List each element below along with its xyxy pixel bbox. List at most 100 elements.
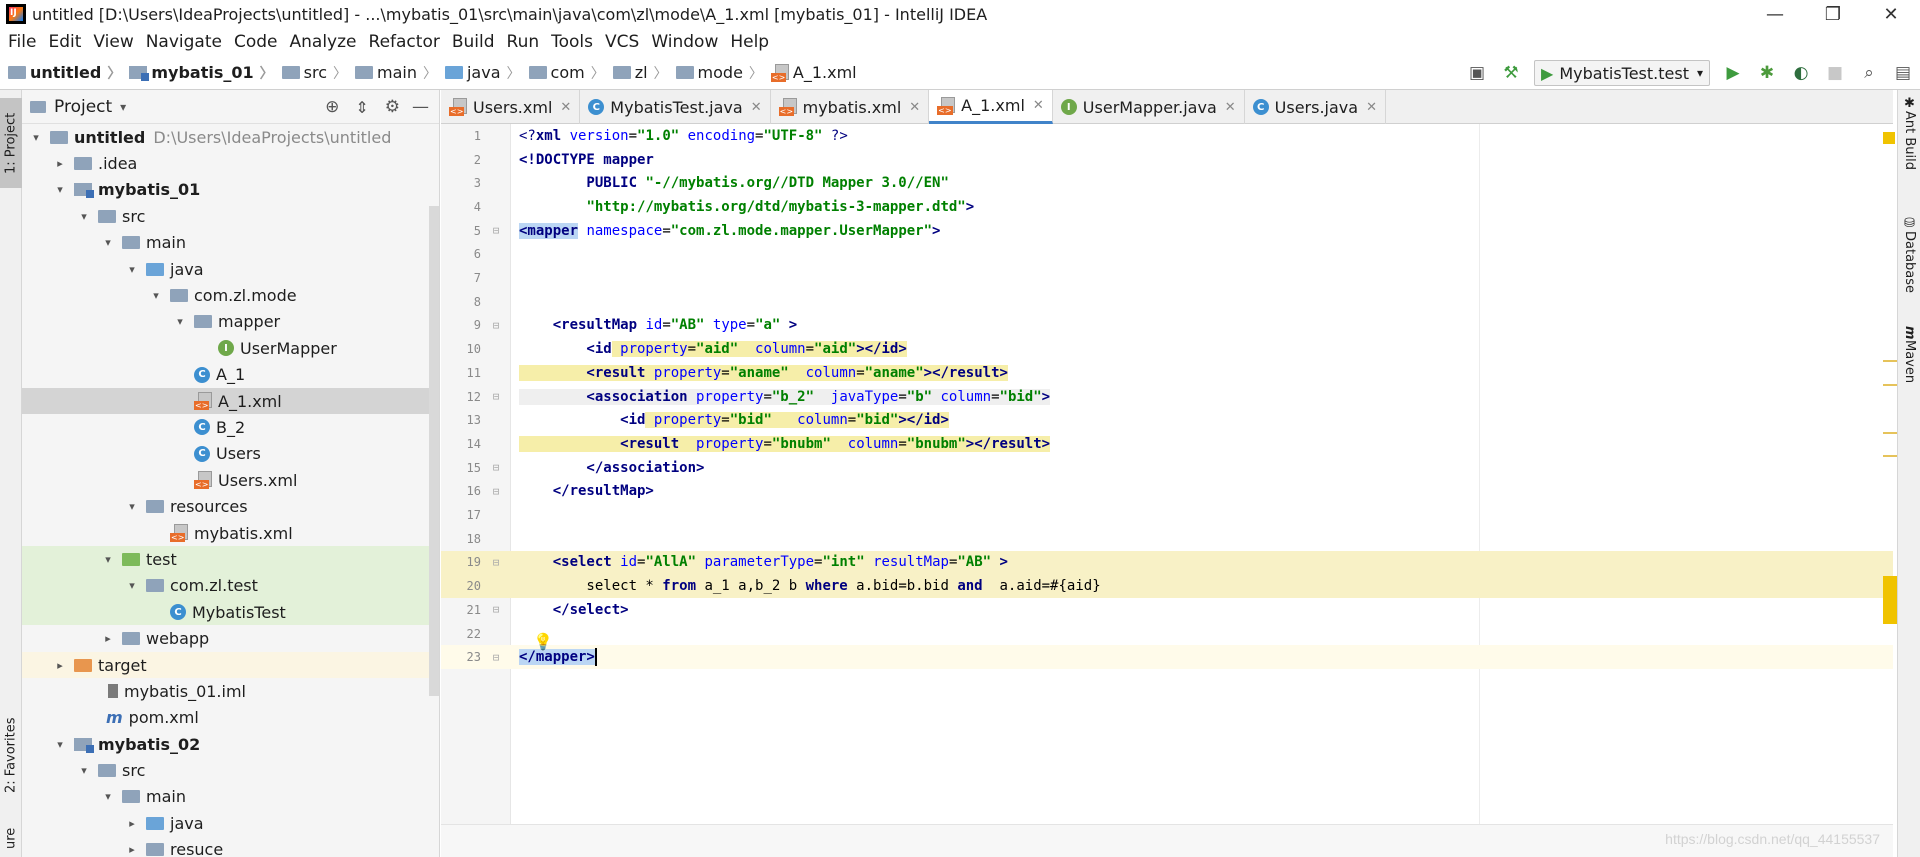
chevron-down-icon[interactable]: ▾ [124, 263, 140, 276]
database-tool-tab[interactable]: ⛁ Database [1898, 216, 1920, 316]
breadcrumb-a1-xml[interactable]: A_1.xml [763, 63, 857, 82]
chevron-down-icon[interactable]: ▾ [100, 236, 116, 249]
code-editor[interactable]: 1 <?xml version="1.0" encoding="UTF-8" ?>… [441, 124, 1893, 857]
chevron-right-icon[interactable]: ▸ [124, 843, 140, 856]
tree-item-users[interactable]: C Users [22, 441, 439, 467]
stop-icon[interactable]: ■ [1822, 60, 1848, 86]
code-line[interactable]: 5 ⊟ <mapper namespace="com.zl.mode.mapper.… [441, 219, 1893, 243]
tree-item-mybatistest[interactable]: C MybatisTest [22, 599, 439, 626]
breadcrumb-com[interactable]: com 〉 [521, 63, 605, 83]
menu-window[interactable]: Window [645, 32, 724, 52]
coverage-icon[interactable]: ◐ [1788, 60, 1814, 86]
ide-settings-icon[interactable]: ▤ [1890, 60, 1916, 86]
code-line[interactable]: 14 <result property="bnubm" column="bnub… [441, 432, 1893, 456]
code-line[interactable]: 9 ⊟ <resultMap id="AB" type="a" > [441, 314, 1893, 338]
tree-item-src[interactable]: ▾ src [22, 757, 439, 783]
tab-users-xml[interactable]: Users.xml ✕ [441, 90, 581, 124]
menu-edit[interactable]: Edit [42, 32, 87, 52]
tree-item-b2[interactable]: C B_2 [22, 414, 439, 440]
menu-file[interactable]: File [0, 32, 42, 52]
code-line[interactable]: 7 [441, 266, 1893, 290]
locate-icon[interactable]: ⊕ [325, 97, 339, 117]
stripe-marker[interactable] [1883, 455, 1897, 457]
close-icon[interactable]: ✕ [909, 100, 920, 115]
fold-marker-icon[interactable]: ⊟ [481, 390, 511, 403]
chevron-down-icon[interactable]: ▾ [120, 100, 126, 114]
fold-marker-icon[interactable]: ⊟ [481, 651, 511, 664]
tab-mybatistest-java[interactable]: C MybatisTest.java ✕ [580, 90, 771, 124]
project-structure-icon[interactable]: ▣ [1464, 60, 1490, 86]
menu-refactor[interactable]: Refactor [363, 32, 446, 52]
lightbulb-icon[interactable]: 💡 [533, 632, 553, 651]
restore-button[interactable]: ❐ [1804, 0, 1862, 28]
chevron-down-icon[interactable]: ▾ [124, 579, 140, 592]
chevron-down-icon[interactable]: ▾ [76, 210, 92, 223]
breadcrumb-main[interactable]: main 〉 [347, 63, 437, 83]
tree-item-pom-xml[interactable]: m pom.xml [22, 705, 439, 731]
code-line[interactable]: 1 <?xml version="1.0" encoding="UTF-8" ?> [441, 124, 1893, 148]
tree-item-test[interactable]: ▾ test [22, 546, 439, 573]
code-line[interactable]: 19 ⊟ <select id="AllA" parameterType="int… [441, 550, 1893, 575]
tree-item-java[interactable]: ▸ java [22, 810, 439, 836]
gear-icon[interactable]: ⚙ [385, 97, 400, 117]
close-icon[interactable]: ✕ [1225, 100, 1236, 115]
fold-marker-icon[interactable]: ⊟ [481, 224, 511, 237]
stripe-marker[interactable] [1883, 360, 1897, 362]
menu-tools[interactable]: Tools [545, 32, 599, 52]
menu-build[interactable]: Build [446, 32, 501, 52]
code-line[interactable]: 13 <id property="bid" column="bid"></id> [441, 408, 1893, 432]
minimize-button[interactable]: — [1746, 0, 1804, 28]
chevron-down-icon[interactable]: ▾ [52, 183, 68, 196]
tree-item-com-zl-mode[interactable]: ▾ com.zl.mode [22, 282, 439, 308]
breadcrumb-mode[interactable]: mode 〉 [668, 63, 763, 83]
code-line[interactable]: 21 ⊟ </select> [441, 598, 1893, 622]
run-icon[interactable]: ▶ [1720, 60, 1746, 86]
tree-item-mybatis-01[interactable]: ▾ mybatis_01 [22, 177, 439, 203]
build-hammer-icon[interactable]: ⚒ [1498, 60, 1524, 86]
tree-item-usermapper[interactable]: I UserMapper [22, 335, 439, 361]
chevron-right-icon[interactable]: ▸ [124, 817, 140, 830]
code-line[interactable]: 12 ⊟ <association property="b_2" javaType… [441, 385, 1893, 409]
tree-item-mybatis-02[interactable]: ▾ mybatis_02 [22, 731, 439, 757]
breadcrumb-untitled[interactable]: untitled 〉 [0, 63, 121, 83]
project-tool-tab[interactable]: 1: Project [0, 98, 22, 188]
chevron-down-icon[interactable]: ▾ [100, 553, 116, 566]
close-icon[interactable]: ✕ [1033, 98, 1044, 113]
chevron-down-icon[interactable]: ▾ [148, 289, 164, 302]
stripe-marker[interactable] [1883, 432, 1897, 434]
menu-code[interactable]: Code [228, 32, 284, 52]
chevron-right-icon[interactable]: ▸ [100, 632, 116, 645]
tree-item-resources[interactable]: ▾ resources [22, 493, 439, 519]
breadcrumb-src[interactable]: src 〉 [274, 63, 347, 83]
code-line[interactable]: 16 ⊟ </resultMap> [441, 480, 1893, 504]
tab-a1-xml[interactable]: A_1.xml ✕ [929, 90, 1053, 124]
chevron-down-icon[interactable]: ▾ [52, 738, 68, 751]
chevron-right-icon[interactable]: ▸ [52, 157, 68, 170]
maven-tool-tab[interactable]: m Maven [1898, 326, 1920, 416]
menu-vcs[interactable]: VCS [599, 32, 645, 52]
fold-marker-icon[interactable]: ⊟ [481, 485, 511, 498]
project-panel-title[interactable]: Project [54, 97, 112, 117]
collapse-all-icon[interactable]: ⇕ [355, 98, 368, 117]
inspection-status-icon[interactable] [1883, 132, 1895, 144]
tree-item-mapper[interactable]: ▾ mapper [22, 309, 439, 335]
code-line[interactable]: 18 [441, 527, 1893, 551]
tree-item-a1-xml[interactable]: A_1.xml [22, 387, 439, 415]
chevron-down-icon[interactable]: ▾ [124, 500, 140, 513]
code-line[interactable]: 22 [441, 622, 1893, 646]
stripe-marker[interactable] [1883, 384, 1897, 386]
hide-panel-icon[interactable]: — [412, 97, 429, 117]
menu-run[interactable]: Run [501, 32, 546, 52]
chevron-down-icon[interactable]: ▾ [172, 315, 188, 328]
close-icon[interactable]: ✕ [1366, 100, 1377, 115]
chevron-down-icon[interactable]: ▾ [28, 131, 44, 144]
code-line[interactable]: 4 "http://mybatis.org/dtd/mybatis-3-mapp… [441, 195, 1893, 219]
tab-users-java[interactable]: C Users.java ✕ [1245, 90, 1386, 124]
code-line[interactable]: 23 ⊟ </mapper> [441, 645, 1893, 670]
close-button[interactable]: ✕ [1862, 0, 1920, 28]
breadcrumb-mybatis-01[interactable]: mybatis_01 〉 [121, 63, 274, 83]
favorites-tool-tab[interactable]: 2: Favorites [0, 710, 22, 800]
close-icon[interactable]: ✕ [560, 100, 571, 115]
search-icon[interactable]: ⌕ [1856, 60, 1882, 86]
tree-item-users-xml[interactable]: Users.xml [22, 467, 439, 493]
